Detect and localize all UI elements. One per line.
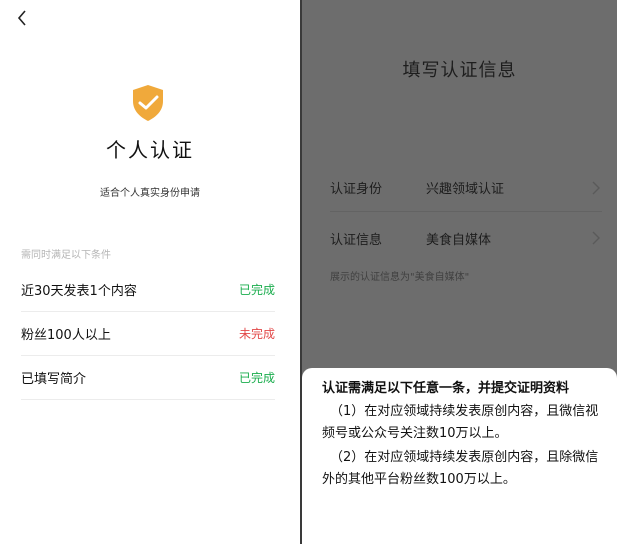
info-row[interactable]: 认证信息 美食自媒体: [330, 214, 602, 262]
condition-row-followers: 粉丝100人以上 未完成: [21, 312, 275, 356]
shield-check-icon: [133, 85, 163, 121]
chevron-right-icon: [592, 181, 600, 194]
condition-text: 近30天发表1个内容: [21, 284, 137, 299]
fill-verification-info-panel: 填写认证信息 认证身份 兴趣领域认证 认证信息 美食自媒体 展示的认证信息为"美…: [302, 0, 617, 544]
page-title: 填写认证信息: [402, 60, 517, 81]
requirements-sheet: 认证需满足以下任意一条，并提交证明资料 （1）在对应领域持续发表原创内容，且微信…: [302, 368, 617, 544]
condition-row-bio: 已填写简介 已完成: [21, 356, 275, 400]
condition-row-posts: 近30天发表1个内容 已完成: [21, 268, 275, 312]
identity-row[interactable]: 认证身份 兴趣领域认证: [330, 164, 602, 212]
conditions-list: 近30天发表1个内容 已完成 粉丝100人以上 未完成 已填写简介 已完成: [21, 268, 275, 400]
page-subtitle: 适合个人真实身份申请: [100, 188, 200, 199]
requirement-item: （1）在对应领域持续发表原创内容，且微信视频号或公众号关注数10万以上。: [322, 404, 599, 441]
personal-verification-panel: 个人认证 适合个人真实身份申请 需同时满足以下条件 近30天发表1个内容 已完成…: [0, 0, 300, 544]
conditions-section-label: 需同时满足以下条件: [21, 250, 111, 261]
condition-status-badge: 未完成: [238, 327, 275, 341]
requirement-item: （2）在对应领域持续发表原创内容，且除微信外的其他平台粉丝数100万以上。: [322, 450, 599, 487]
back-button[interactable]: [10, 6, 34, 30]
chevron-right-icon: [592, 231, 600, 245]
condition-status-badge: 已完成: [238, 283, 275, 297]
page-title: 个人认证: [106, 138, 194, 162]
condition-text: 已填写简介: [21, 372, 87, 387]
row-value: 美食自媒体: [426, 232, 492, 248]
display-info-hint: 展示的认证信息为"美食自媒体": [330, 272, 470, 283]
condition-status-badge: 已完成: [238, 371, 275, 385]
requirements-heading: 认证需满足以下任意一条，并提交证明资料: [322, 381, 570, 396]
row-label: 认证身份: [330, 182, 383, 197]
chevron-left-icon: [17, 10, 26, 26]
row-value: 兴趣领域认证: [426, 182, 505, 197]
condition-text: 粉丝100人以上: [21, 328, 111, 343]
row-label: 认证信息: [330, 232, 383, 248]
